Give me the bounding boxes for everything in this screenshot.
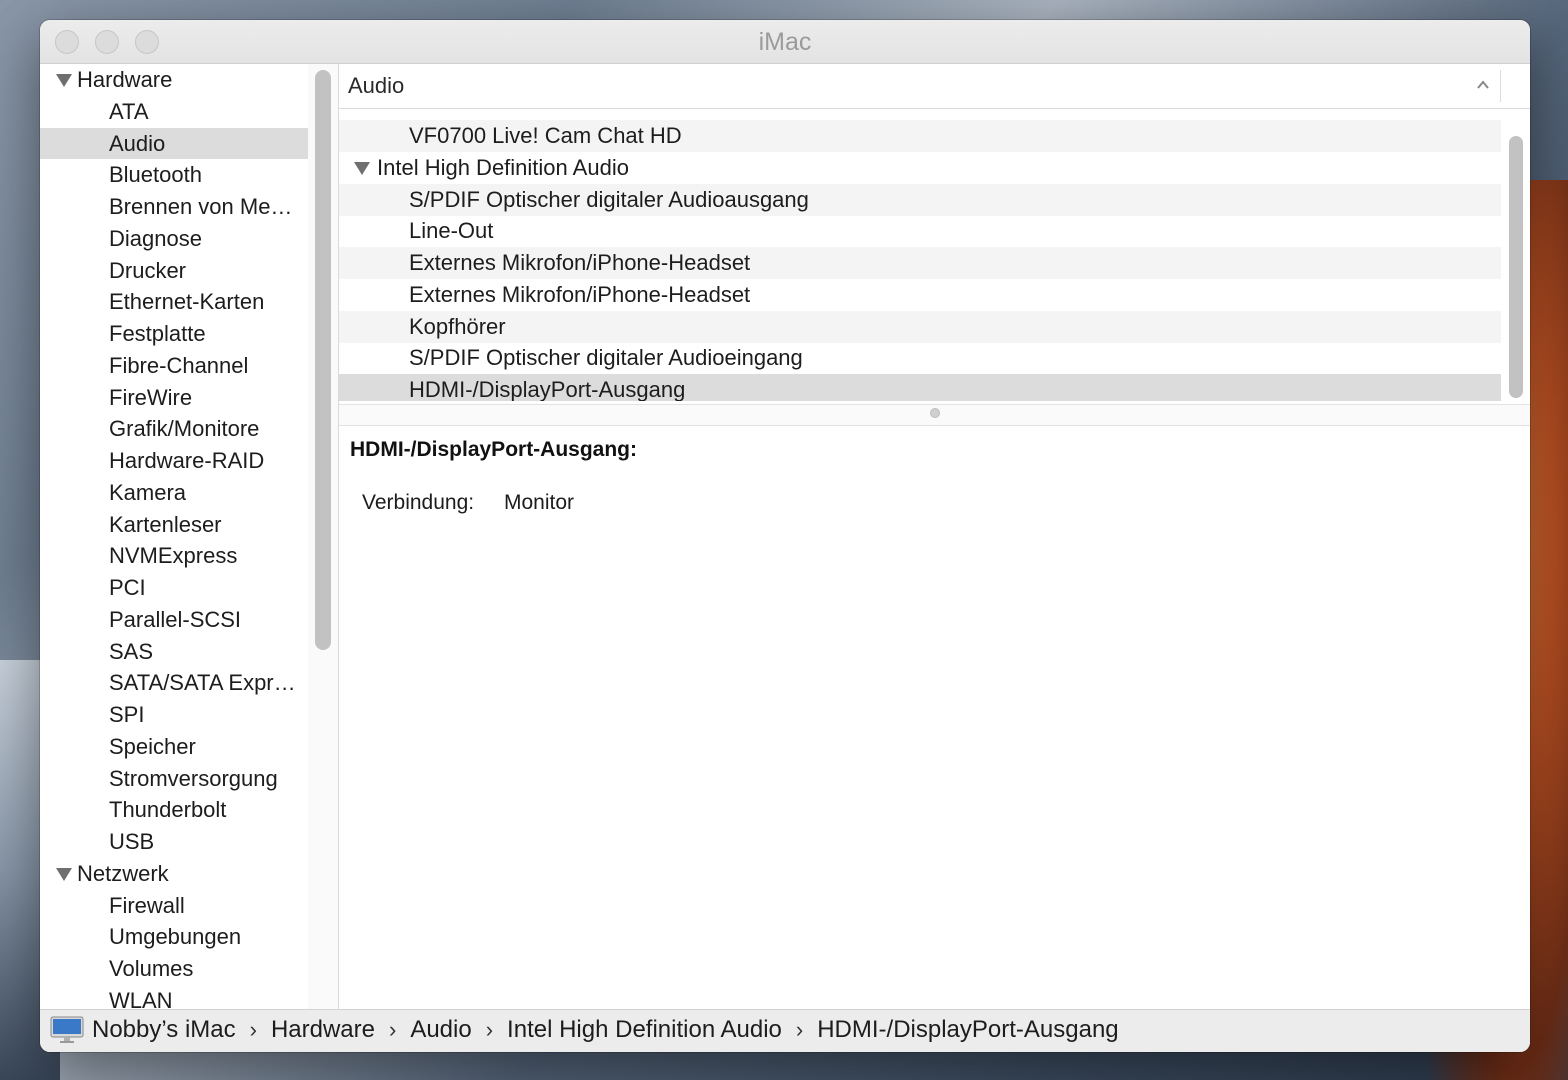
sort-ascending-icon[interactable] xyxy=(1476,78,1490,92)
sidebar-item[interactable]: FireWire xyxy=(40,382,308,413)
sidebar-item[interactable]: Volumes xyxy=(40,953,308,984)
sidebar-item[interactable]: Kamera xyxy=(40,477,308,508)
tree-row-port[interactable]: HDMI-/DisplayPort-Ausgang xyxy=(339,374,1501,401)
breadcrumb-separator: › xyxy=(389,1017,397,1042)
breadcrumb-item[interactable]: Audio xyxy=(410,1016,471,1044)
content-pane: Audio VF0700 Live! Cam Chat HD Intel High… xyxy=(339,64,1530,1010)
tree-row-port[interactable]: Line-Out xyxy=(339,215,1501,247)
sidebar-item[interactable]: SPI xyxy=(40,699,308,730)
sidebar-group-label: Netzwerk xyxy=(77,860,169,886)
tree-scroll-thumb[interactable] xyxy=(1509,136,1523,398)
tree-row-port[interactable]: VF0700 Live! Cam Chat HD xyxy=(339,120,1501,152)
disclosure-triangle-icon[interactable] xyxy=(354,161,370,175)
tree-row-port[interactable]: Externes Mikrofon/iPhone-Headset xyxy=(339,279,1501,311)
tree-row-label: Externes Mikrofon/iPhone-Headset xyxy=(409,281,751,307)
tree-row-label: Intel High Definition Audio xyxy=(377,154,629,180)
sidebar-item[interactable]: Parallel-SCSI xyxy=(40,604,308,635)
tree-row-port[interactable]: Kopfhörer xyxy=(339,310,1501,343)
sidebar-group[interactable]: Hardware xyxy=(40,64,308,95)
sidebar-item[interactable]: Umgebungen xyxy=(40,921,308,952)
sidebar-item[interactable]: ATA xyxy=(40,96,308,127)
sidebar-item[interactable]: Grafik/Monitore xyxy=(40,413,308,444)
sidebar-item[interactable]: Speicher xyxy=(40,731,308,762)
tree-row-device[interactable]: Intel High Definition Audio xyxy=(339,152,1501,184)
breadcrumb-separator: › xyxy=(795,1017,804,1042)
sidebar-item[interactable]: Stromversorgung xyxy=(40,763,308,794)
system-information-window: iMac Hardware ATA Audio Bluetooth Brennen vo… xyxy=(40,20,1530,1052)
breadcrumb-item[interactable]: Hardware xyxy=(271,1016,375,1044)
breadcrumb-item[interactable]: Nobby’s iMac xyxy=(92,1016,236,1044)
tree-row-port[interactable]: Externes Mikrofon/iPhone-Headset xyxy=(339,247,1501,279)
tree-row-label: S/PDIF Optischer digitaler Audioeingang xyxy=(409,345,803,371)
sidebar-item[interactable]: Ethernet-Karten xyxy=(40,286,308,317)
sidebar-item[interactable]: Kartenleser xyxy=(40,509,308,540)
sidebar-item[interactable]: Drucker xyxy=(40,255,308,286)
sidebar-item[interactable]: SAS xyxy=(40,636,308,667)
detail-title: HDMI-/DisplayPort-Ausgang: xyxy=(350,438,638,461)
breadcrumb-separator: › xyxy=(485,1017,494,1042)
tree-row-label: HDMI-/DisplayPort-Ausgang xyxy=(409,377,686,401)
sidebar-group[interactable]: Netzwerk xyxy=(40,858,308,889)
pane-splitter[interactable] xyxy=(339,404,1530,426)
tree-row-label: S/PDIF Optischer digitaler Audioausgang xyxy=(409,186,809,212)
sidebar-item[interactable]: NVMExpress xyxy=(40,540,308,571)
detail-label: Verbindung: xyxy=(362,491,475,514)
sidebar-item[interactable]: PCI xyxy=(40,572,308,603)
breadcrumb: Nobby’s iMac › Hardware › Audio › Intel High D… xyxy=(50,1016,1119,1044)
sidebar-item[interactable]: Firewall xyxy=(40,890,308,921)
disclosure-triangle-icon[interactable] xyxy=(56,867,72,881)
column-header-title[interactable]: Audio xyxy=(348,73,404,99)
sidebar-item[interactable]: Fibre-Channel xyxy=(40,350,308,381)
disclosure-triangle-icon[interactable] xyxy=(56,74,72,87)
detail-value: Monitor xyxy=(504,491,575,514)
sidebar-item[interactable]: Diagnose xyxy=(40,223,308,254)
sidebar-item[interactable]: WLAN xyxy=(40,985,308,1010)
sidebar-item[interactable]: Audio xyxy=(40,127,308,159)
sidebar-item[interactable]: Bluetooth xyxy=(40,159,308,190)
status-bar: Nobby’s iMac › Hardware › Audio › Intel High D… xyxy=(40,1009,1530,1052)
imac-icon xyxy=(50,1016,84,1043)
breadcrumb-separator: › xyxy=(249,1017,257,1042)
device-tree: VF0700 Live! Cam Chat HD Intel High Defin… xyxy=(339,117,1501,401)
window-title: iMac xyxy=(758,28,812,56)
column-header[interactable]: Audio xyxy=(339,64,1530,109)
title-bar[interactable]: iMac xyxy=(40,20,1530,64)
sidebar-item[interactable]: Brennen von Me… xyxy=(40,191,308,222)
sidebar-item[interactable]: Festplatte xyxy=(40,318,308,349)
breadcrumb-item[interactable]: Intel High Definition Audio xyxy=(507,1016,782,1044)
sidebar-item[interactable]: SATA/SATA Expr… xyxy=(40,667,308,698)
sidebar-item[interactable]: Hardware-RAID xyxy=(40,445,308,476)
column-divider xyxy=(1500,70,1501,102)
sidebar-scrollbar[interactable] xyxy=(308,64,339,1010)
tree-row-label: VF0700 Live! Cam Chat HD xyxy=(409,123,682,148)
tree-row-label: Line-Out xyxy=(409,218,494,244)
tree-row-label: Kopfhörer xyxy=(409,313,506,339)
tree-row-port[interactable]: S/PDIF Optischer digitaler Audioausgang xyxy=(339,183,1501,216)
sidebar-item[interactable]: USB xyxy=(40,826,308,857)
tree-row-port[interactable]: S/PDIF Optischer digitaler Audioeingang xyxy=(339,342,1501,374)
breadcrumb-item[interactable]: HDMI-/DisplayPort-Ausgang xyxy=(817,1016,1118,1044)
sidebar-item[interactable]: Thunderbolt xyxy=(40,794,308,825)
sidebar: Hardware ATA Audio Bluetooth Brennen von Me…… xyxy=(40,64,308,1010)
tree-row-label: Externes Mikrofon/iPhone-Headset xyxy=(409,250,751,275)
splitter-handle-icon[interactable] xyxy=(930,408,940,418)
sidebar-scroll-thumb[interactable] xyxy=(315,70,331,650)
sidebar-group-label: Hardware xyxy=(77,67,173,92)
